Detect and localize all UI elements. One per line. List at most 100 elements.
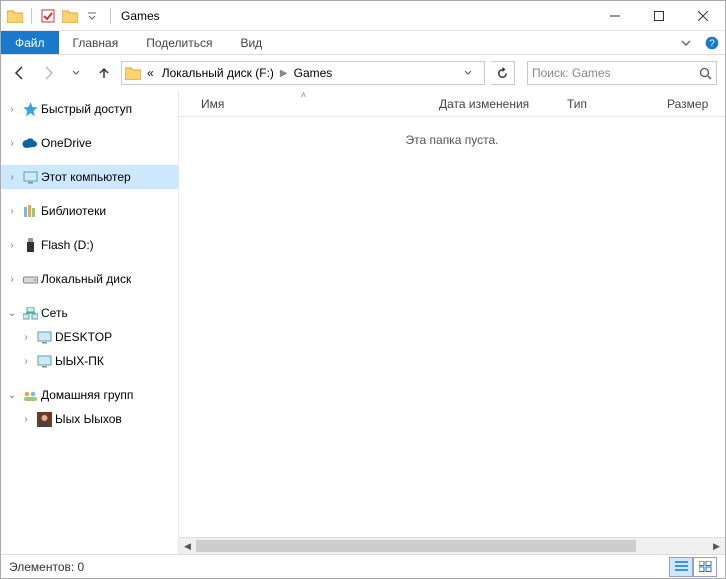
nav-local-disk[interactable]: › Локальный диск — [1, 267, 178, 291]
expand-icon[interactable]: › — [19, 414, 33, 425]
expand-icon[interactable]: › — [5, 172, 19, 183]
nav-label: Flash (D:) — [41, 238, 94, 252]
libraries-icon — [21, 202, 39, 220]
minimize-button[interactable] — [593, 1, 637, 31]
details-view-button[interactable] — [669, 557, 693, 577]
navigation-row: « Локальный диск (F:) ▶ Games Поиск: Gam… — [1, 55, 725, 91]
nav-network-computer[interactable]: › DESKTOP — [1, 325, 178, 349]
body: › Быстрый доступ › OneDrive › Этот компь… — [1, 91, 725, 554]
col-label: Имя — [201, 97, 224, 111]
file-list[interactable]: Эта папка пуста. — [179, 117, 725, 537]
forward-button[interactable] — [37, 62, 59, 84]
item-count: Элементов: 0 — [9, 560, 84, 574]
star-icon — [21, 100, 39, 118]
expand-icon[interactable]: › — [5, 138, 19, 149]
up-button[interactable] — [93, 62, 115, 84]
avatar — [35, 410, 53, 428]
nav-libraries[interactable]: › Библиотеки — [1, 199, 178, 223]
collapse-icon[interactable]: ⌄ — [5, 390, 19, 401]
nav-label: Локальный диск — [41, 272, 131, 286]
thumbnails-view-button[interactable] — [693, 557, 717, 577]
pc-icon — [35, 352, 53, 370]
expand-icon[interactable]: › — [5, 240, 19, 251]
pc-icon — [35, 328, 53, 346]
scroll-right-icon[interactable]: ▶ — [708, 538, 725, 554]
title-separator — [110, 8, 111, 24]
nav-label: Сеть — [41, 306, 68, 320]
sort-asc-icon: ˄ — [301, 90, 306, 100]
expand-icon[interactable]: › — [5, 104, 19, 115]
properties-check-icon[interactable] — [38, 6, 58, 26]
nav-label: Библиотеки — [41, 204, 106, 218]
expand-icon[interactable]: › — [5, 206, 19, 217]
nav-label: DESKTOP — [55, 330, 112, 344]
crumb-prefix[interactable]: « — [144, 66, 157, 80]
ribbon-tabs: Файл Главная Поделиться Вид ? — [1, 31, 725, 55]
qat-dropdown-icon[interactable] — [82, 6, 102, 26]
nav-label: Этот компьютер — [41, 170, 131, 184]
crumb-folder[interactable]: Games — [291, 66, 336, 80]
nav-label: Быстрый доступ — [41, 102, 132, 116]
address-dropdown-icon[interactable] — [464, 69, 482, 77]
maximize-button[interactable] — [637, 1, 681, 31]
collapse-icon[interactable]: ⌄ — [5, 308, 19, 319]
nav-label: OneDrive — [41, 136, 92, 150]
drive-icon — [21, 270, 39, 288]
tab-home[interactable]: Главная — [59, 31, 133, 54]
tab-share[interactable]: Поделиться — [132, 31, 226, 54]
nav-quick-access[interactable]: › Быстрый доступ — [1, 97, 178, 121]
nav-this-pc[interactable]: › Этот компьютер — [1, 165, 178, 189]
nav-homegroup-user[interactable]: › Ыых Ыыхов — [1, 407, 178, 431]
folder-icon — [124, 64, 142, 82]
nav-label: Ыых Ыыхов — [55, 412, 122, 426]
folder-icon — [5, 6, 25, 26]
refresh-button[interactable] — [491, 61, 515, 85]
column-name[interactable]: ˄ Имя — [179, 91, 429, 116]
col-label: Тип — [567, 97, 587, 111]
title-bar: Games — [1, 1, 725, 31]
back-button[interactable] — [9, 62, 31, 84]
usb-icon — [21, 236, 39, 254]
qat-separator — [31, 8, 32, 24]
recent-locations-icon[interactable] — [65, 62, 87, 84]
column-size[interactable]: Размер — [657, 91, 725, 116]
window-title: Games — [121, 9, 160, 23]
nav-label: ЫЫХ-ПК — [55, 354, 104, 368]
search-box[interactable]: Поиск: Games — [527, 61, 717, 85]
address-bar[interactable]: « Локальный диск (F:) ▶ Games — [121, 61, 485, 85]
scroll-track[interactable] — [196, 538, 708, 554]
navigation-pane: › Быстрый доступ › OneDrive › Этот компь… — [1, 91, 179, 554]
horizontal-scrollbar[interactable]: ◀ ▶ — [179, 537, 725, 554]
tab-view[interactable]: Вид — [226, 31, 276, 54]
quick-access-toolbar — [1, 6, 106, 26]
nav-onedrive[interactable]: › OneDrive — [1, 131, 178, 155]
scroll-thumb[interactable] — [196, 540, 636, 552]
homegroup-icon — [21, 386, 39, 404]
help-icon[interactable]: ? — [699, 31, 725, 54]
expand-icon[interactable]: › — [19, 356, 33, 367]
folder-icon — [60, 6, 80, 26]
file-tab[interactable]: Файл — [1, 31, 59, 54]
svg-text:?: ? — [709, 38, 715, 49]
expand-icon[interactable]: › — [19, 332, 33, 343]
column-date[interactable]: Дата изменения — [429, 91, 557, 116]
search-icon[interactable] — [699, 67, 712, 80]
nav-flash-drive[interactable]: › Flash (D:) — [1, 233, 178, 257]
cloud-icon — [21, 134, 39, 152]
ribbon-expand-icon[interactable] — [673, 31, 699, 54]
nav-homegroup[interactable]: ⌄ Домашняя групп — [1, 383, 178, 407]
pc-icon — [21, 168, 39, 186]
nav-network[interactable]: ⌄ Сеть — [1, 301, 178, 325]
scroll-left-icon[interactable]: ◀ — [179, 538, 196, 554]
window-controls — [593, 1, 725, 31]
crumb-drive[interactable]: Локальный диск (F:) — [159, 66, 277, 80]
column-type[interactable]: Тип — [557, 91, 657, 116]
empty-folder-text: Эта папка пуста. — [406, 133, 499, 147]
expand-icon[interactable]: › — [5, 274, 19, 285]
column-headers: ˄ Имя Дата изменения Тип Размер — [179, 91, 725, 117]
chevron-right-icon[interactable]: ▶ — [279, 68, 289, 79]
nav-network-computer[interactable]: › ЫЫХ-ПК — [1, 349, 178, 373]
status-bar: Элементов: 0 — [1, 554, 725, 578]
network-icon — [21, 304, 39, 322]
close-button[interactable] — [681, 1, 725, 31]
